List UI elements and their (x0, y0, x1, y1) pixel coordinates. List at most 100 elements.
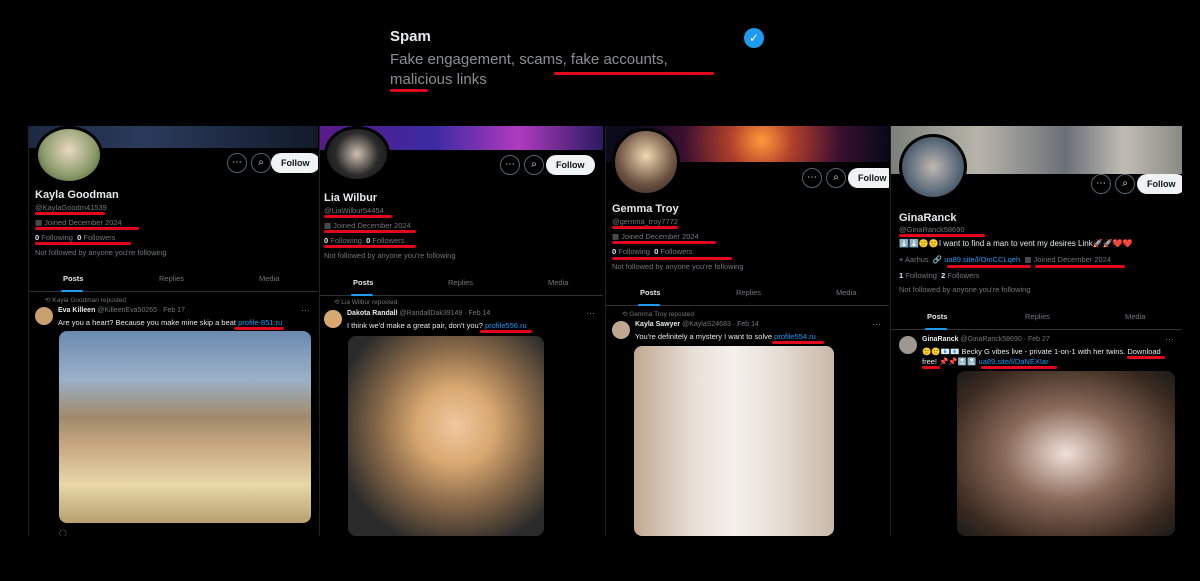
post-link[interactable]: profile-851.ru (238, 318, 282, 327)
followers-count[interactable]: 2 (941, 271, 945, 280)
underline (612, 226, 678, 229)
underline (324, 215, 392, 218)
underline-fake-accounts (554, 72, 714, 75)
more-icon[interactable]: ⋯ (586, 308, 595, 319)
post-link[interactable]: profile554.ru (774, 332, 816, 341)
followers-label[interactable]: Followers (947, 271, 979, 280)
following-label[interactable]: Following (330, 236, 362, 245)
tab-posts[interactable]: Posts (353, 278, 373, 287)
follow-button[interactable]: Follow (546, 155, 595, 175)
search-icon[interactable]: ⌕ (251, 153, 271, 173)
underline (922, 366, 940, 369)
joined-date: ▦ Joined December 2024 (324, 221, 411, 230)
repost-label: ⟲ Kayla Goodman reposted (45, 296, 126, 304)
avatar[interactable] (899, 134, 967, 200)
underline (947, 265, 1031, 268)
more-icon[interactable]: ⋯ (872, 319, 881, 330)
post-avatar[interactable] (899, 336, 917, 354)
post-author[interactable]: Dakota Randall (347, 310, 398, 317)
post-avatar[interactable] (324, 310, 342, 328)
joined-date: ▦ Joined December 2024 (35, 218, 122, 227)
tab-replies[interactable]: Replies (159, 274, 184, 283)
follow-counts: 1 Following 2 Followers (899, 271, 979, 280)
following-label[interactable]: Following (905, 271, 937, 280)
post-image[interactable] (59, 331, 311, 523)
following-count[interactable]: 1 (899, 271, 903, 280)
joined-label: Joined December 2024 (1033, 255, 1112, 264)
following-count[interactable]: 0 (324, 236, 328, 245)
followers-count[interactable]: 0 (366, 236, 370, 245)
not-followed-note: Not followed by anyone you're following (899, 285, 1031, 294)
post-author[interactable]: GinaRanck (922, 336, 959, 343)
underline (35, 227, 139, 230)
more-icon[interactable]: ⋯ (802, 168, 822, 188)
post-meta: @KaylaS24683 · Feb 14 (682, 321, 759, 328)
post-image[interactable] (634, 346, 834, 536)
profile-panel-lia: ⋯ ⌕ Follow Lia Wilbur @LiaWilbur54454 ▦ … (319, 126, 603, 536)
tab-media[interactable]: Media (836, 288, 856, 297)
avatar[interactable] (324, 126, 390, 182)
following-label[interactable]: Following (41, 233, 73, 242)
profile-tabs: Posts Replies Media (606, 284, 889, 306)
more-icon[interactable]: ⋯ (227, 153, 247, 173)
underline (1035, 265, 1125, 268)
not-followed-note: Not followed by anyone you're following (612, 262, 744, 271)
profile-panel-kayla: ⋯ ⌕ Follow Kayla Goodman @KaylaGoodm4153… (28, 126, 318, 536)
tab-posts[interactable]: Posts (927, 312, 947, 321)
search-icon[interactable]: ⌕ (524, 155, 544, 175)
active-tab-indicator (351, 294, 373, 296)
followers-count[interactable]: 0 (654, 247, 658, 256)
repost-label: ⟲ Lia Wilbur reposted (334, 298, 397, 306)
follow-counts: 0 Following 0 Followers (612, 247, 692, 256)
followers-label[interactable]: Followers (83, 233, 115, 242)
follow-button[interactable]: Follow (271, 153, 318, 173)
followers-label[interactable]: Followers (660, 247, 692, 256)
tab-replies[interactable]: Replies (1025, 312, 1050, 321)
avatar[interactable] (612, 128, 680, 196)
tab-posts[interactable]: Posts (640, 288, 660, 297)
following-label[interactable]: Following (618, 247, 650, 256)
profile-name: Kayla Goodman (35, 189, 119, 201)
tab-replies[interactable]: Replies (448, 278, 473, 287)
active-tab-indicator (638, 304, 660, 306)
following-count[interactable]: 0 (35, 233, 39, 242)
post-avatar[interactable] (612, 321, 630, 339)
search-icon[interactable]: ⌕ (826, 168, 846, 188)
follow-button[interactable]: Follow (1137, 174, 1182, 194)
reply-icon[interactable]: ◯ (59, 530, 67, 536)
profile-meta-row: ⌖ Aarhus 🔗 ua89.site/l/OmCCLqeh ▦ Joined… (899, 255, 1111, 265)
post-link[interactable]: profile556.ru (485, 321, 527, 330)
avatar[interactable] (35, 126, 103, 184)
post-meta: @KilleenEva50265 · Feb 17 (97, 307, 185, 314)
underline (324, 230, 416, 233)
website-link[interactable]: ua89.site/l/OmCCLqeh (944, 255, 1020, 264)
spam-report-option[interactable]: Spam Fake engagement, scams, fake accoun… (390, 28, 770, 98)
more-icon[interactable]: ⋯ (301, 305, 310, 316)
follow-button[interactable]: Follow (848, 168, 889, 188)
post-author[interactable]: Eva Killeen (58, 307, 95, 314)
more-icon[interactable]: ⋯ (1091, 174, 1111, 194)
followers-count[interactable]: 0 (77, 233, 81, 242)
post-image[interactable] (348, 336, 544, 536)
tab-posts[interactable]: Posts (63, 274, 83, 283)
tab-media[interactable]: Media (259, 274, 279, 283)
calendar-icon: ▦ (324, 221, 334, 230)
joined-label: Joined December 2024 (621, 232, 699, 241)
followers-label[interactable]: Followers (372, 236, 404, 245)
underline (981, 366, 1057, 369)
post-avatar[interactable] (35, 307, 53, 325)
follow-counts: 0 Following 0 Followers (35, 233, 115, 242)
tab-replies[interactable]: Replies (736, 288, 761, 297)
more-icon[interactable]: ⋯ (1165, 334, 1174, 345)
tab-media[interactable]: Media (548, 278, 568, 287)
checkmark-circle-icon[interactable]: ✓ (744, 28, 764, 48)
tab-media[interactable]: Media (1125, 312, 1145, 321)
more-icon[interactable]: ⋯ (500, 155, 520, 175)
post-image[interactable] (957, 371, 1175, 536)
following-count[interactable]: 0 (612, 247, 616, 256)
underline (35, 212, 105, 215)
profile-handle: @gemma_troy7772 (612, 217, 678, 226)
post-author[interactable]: Kayla Sawyer (635, 321, 680, 328)
post-link[interactable]: ua89.site/l/DaNEXIar (979, 357, 1049, 366)
search-icon[interactable]: ⌕ (1115, 174, 1135, 194)
